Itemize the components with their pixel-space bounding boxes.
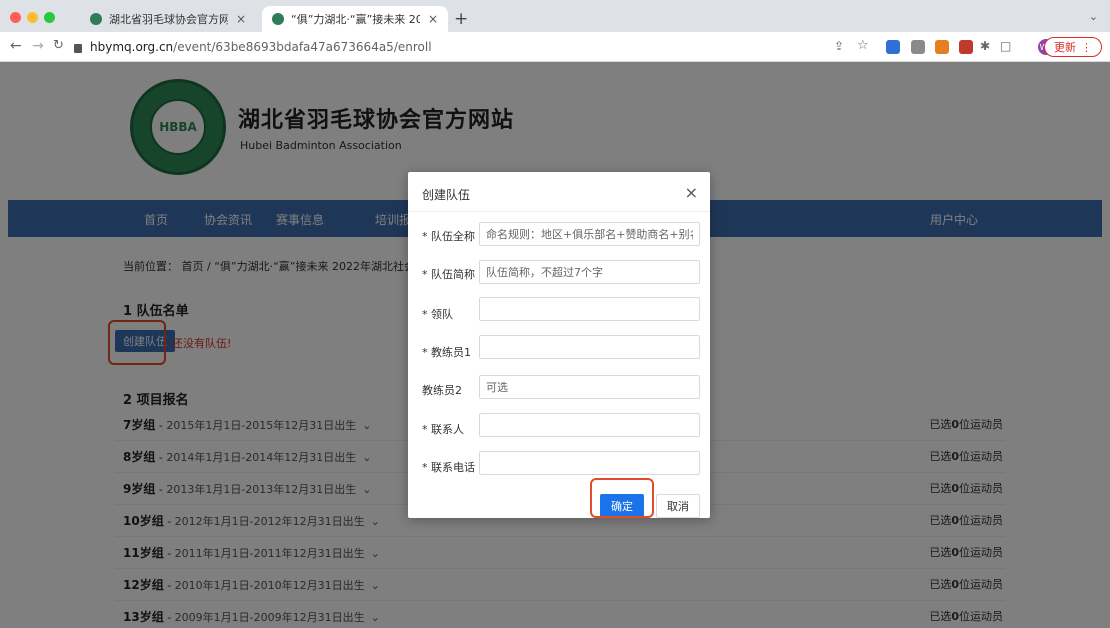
dialog-title: 创建队伍	[422, 188, 471, 202]
tab-search-icon[interactable]: ⌄	[1089, 10, 1098, 23]
field-label: * 教练员1	[422, 346, 471, 359]
close-window-icon[interactable]	[10, 12, 21, 23]
contact-person-input[interactable]	[479, 413, 700, 437]
extension-icon[interactable]	[911, 40, 925, 54]
puzzle-icon[interactable]: ✱	[980, 39, 990, 53]
field-label: 教练员2	[422, 384, 462, 397]
coach1-input[interactable]	[479, 335, 700, 359]
bookmark-star-icon[interactable]: ☆	[857, 38, 869, 53]
site-favicon-icon	[272, 13, 284, 25]
extension-icon[interactable]	[886, 40, 900, 54]
field-label: * 联系人	[422, 423, 464, 436]
team-leader-input[interactable]	[479, 297, 700, 321]
update-browser-button[interactable]: 更新 ⋮	[1044, 37, 1102, 57]
dialog-header: 创建队伍 ×	[408, 172, 710, 212]
update-label: 更新	[1054, 41, 1076, 54]
url-field[interactable]: hbymq.org.cn/event/63be8693bdafa47a67366…	[74, 36, 804, 58]
field-label: * 领队	[422, 308, 453, 321]
minimize-window-icon[interactable]	[27, 12, 38, 23]
lock-icon	[74, 43, 82, 53]
team-full-name-input[interactable]	[479, 222, 700, 246]
cancel-button[interactable]: 取消	[656, 494, 700, 518]
new-tab-button[interactable]: +	[454, 9, 468, 29]
field-label: * 队伍全称	[422, 230, 475, 243]
address-bar-row: ← → ↻ hbymq.org.cn/event/63be8693bdafa47…	[0, 32, 1110, 62]
site-favicon-icon	[90, 13, 102, 25]
highlight-box	[590, 478, 654, 518]
contact-phone-input[interactable]	[479, 451, 700, 475]
share-icon[interactable]: ⇪	[834, 39, 844, 53]
url-path: /event/63be8693bdafa47a673664a5/enroll	[173, 40, 432, 54]
tab-site-home[interactable]: 湖北省羽毛球协会官方网站 ×	[80, 6, 256, 32]
close-tab-icon[interactable]: ×	[236, 12, 246, 26]
more-icon: ⋮	[1081, 40, 1092, 54]
tab-title: 湖北省羽毛球协会官方网站	[109, 13, 228, 26]
extension-icon[interactable]	[935, 40, 949, 54]
field-label: * 联系电话	[422, 461, 475, 474]
browser-tab-bar: 湖北省羽毛球协会官方网站 × “俱”力湖北·“赢”接未来 2022年 × + ⌄	[0, 0, 1110, 32]
back-icon[interactable]: ←	[10, 38, 22, 54]
field-label: * 队伍简称	[422, 268, 475, 281]
tab-event-enroll[interactable]: “俱”力湖北·“赢”接未来 2022年 ×	[262, 6, 448, 32]
page-content: HBBA 湖北省羽毛球协会官方网站 Hubei Badminton Associ…	[0, 62, 1110, 628]
coach2-input[interactable]	[479, 375, 700, 399]
create-team-dialog: 创建队伍 × * 队伍全称 * 队伍简称 * 领队 * 教练员1 教练员2 * …	[408, 172, 710, 518]
forward-icon[interactable]: →	[32, 38, 44, 54]
sidebar-icon[interactable]: □	[1000, 39, 1011, 53]
team-short-name-input[interactable]	[479, 260, 700, 284]
close-tab-icon[interactable]: ×	[428, 12, 438, 26]
zoom-window-icon[interactable]	[44, 12, 55, 23]
url-domain: hbymq.org.cn	[90, 40, 174, 54]
close-icon[interactable]: ×	[685, 183, 698, 202]
reload-icon[interactable]: ↻	[53, 38, 64, 53]
extension-icon[interactable]	[959, 40, 973, 54]
tab-title: “俱”力湖北·“赢”接未来 2022年	[291, 13, 420, 26]
